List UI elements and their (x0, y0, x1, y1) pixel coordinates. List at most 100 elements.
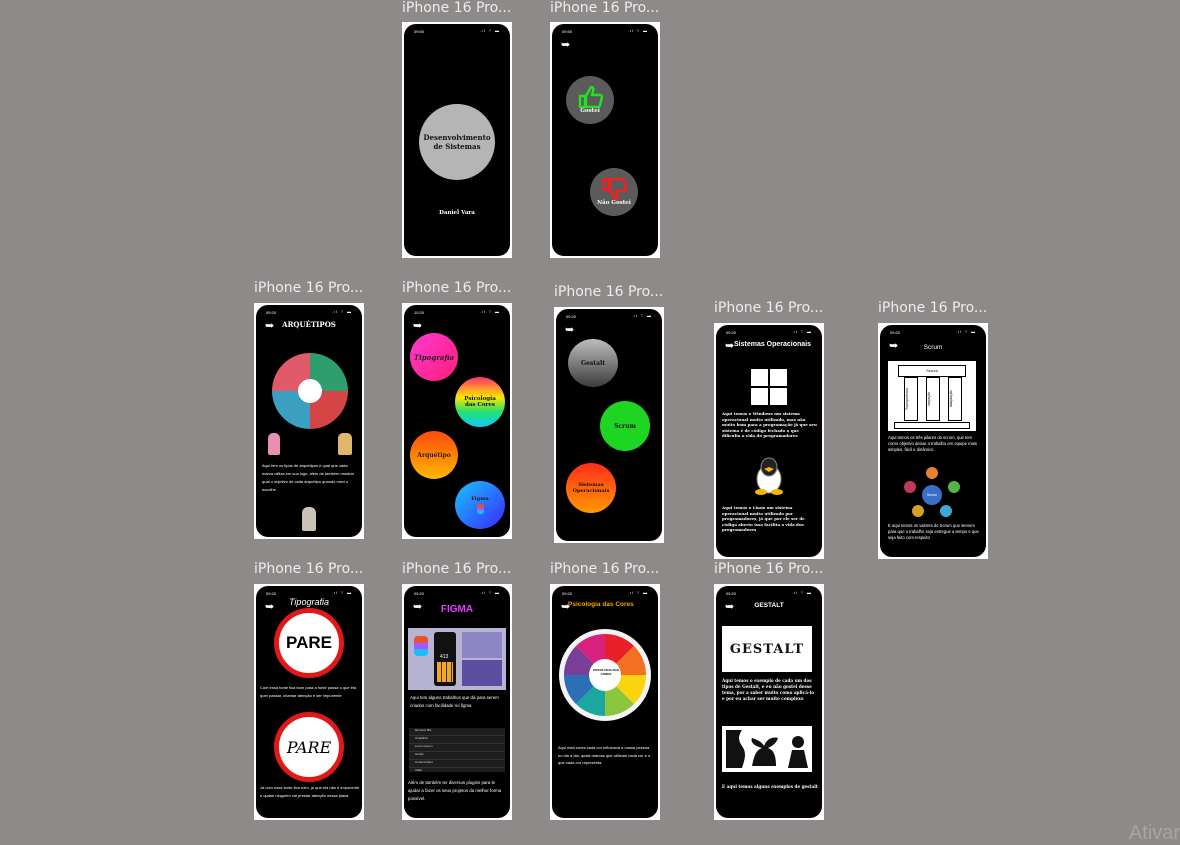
status-icons: .ıl ⌔ ▬ (479, 590, 500, 595)
frame-figma[interactable]: 09:20 .ıl ⌔ ▬ ➥ FIGMA 413 Aqui tem algun… (402, 584, 512, 820)
frame-label[interactable]: iPhone 16 Pro... (402, 0, 511, 16)
menu-button-arquetipo[interactable]: Arquétipo (410, 431, 458, 479)
plugin-item[interactable]: Content Reel (409, 760, 505, 768)
temple-base (894, 422, 970, 429)
frame-home[interactable]: 09:50 .ıl ⌔ ▬ Desenvolvimento de Sistema… (402, 22, 512, 258)
frame-label[interactable]: iPhone 16 Pro... (714, 561, 823, 577)
phone-screen: 09:50 .ıl ⌔ ▬ ➥ Gostei Não Gostei (552, 24, 658, 256)
menu-button-psicologia[interactable]: Psicologia das Cores (455, 377, 505, 427)
frame-label[interactable]: iPhone 16 Pro... (550, 0, 659, 16)
like-button[interactable]: Gostei (566, 76, 614, 124)
sign-text: PARE (286, 633, 332, 652)
phone-screen: 09:20 .ıl ⌔ ▬ ➥ Sistemas Operacionais Aq… (716, 325, 822, 557)
back-arrow-icon[interactable]: ➥ (413, 321, 422, 332)
frame-label[interactable]: iPhone 16 Pro... (878, 300, 987, 316)
status-time: 09:20 (266, 310, 277, 315)
back-arrow-icon[interactable]: ➥ (561, 40, 570, 51)
phone-screen: 09:20 .ıl ⌔ ▬ ➥ FIGMA 413 Aqui tem algun… (404, 586, 510, 818)
menu-button-sistemas[interactable]: Sistemas Operacionais (566, 463, 616, 513)
page-title: Tipografia (289, 597, 329, 607)
plugin-list: Remove BG Unsplash Lorem Ipsum Iconify C… (409, 728, 505, 772)
page-title: FIGMA (440, 604, 474, 615)
back-arrow-icon[interactable]: ➥ (565, 325, 574, 336)
phone-screen: 09:20 .ıl ⌔ ▬ ➥ GESTALT GESTALT Aqui tem… (716, 586, 822, 818)
status-time: 09:20 (726, 591, 737, 596)
frame-menu-1[interactable]: 10:20 .ıl ⌔ ▬ ➥ Tipografia Psicologia da… (402, 303, 512, 539)
frame-arquetipos[interactable]: 09:20 .ıl ⌔ ▬ ➥ ARQUÉTIPOS Aqui tem os t… (254, 303, 364, 539)
character-illustration (338, 433, 352, 455)
frame-cores[interactable]: 09:20 .ıl ⌔ ▬ ➥ Psicologia das Cores PSI… (550, 584, 660, 820)
phone-screen: 09:20 .ıl ⌔ ▬ ➥ Psicologia das Cores PSI… (552, 586, 658, 818)
frame-tipografia[interactable]: 09:20 .ıl ⌔ ▬ ➥ Tipografia PARE Com essa… (254, 584, 364, 820)
status-icons: .ıl ⌔ ▬ (631, 313, 652, 318)
button-label: Scrum (614, 422, 636, 430)
frame-label[interactable]: iPhone 16 Pro... (554, 284, 663, 300)
mockup-number: 413 (440, 654, 449, 660)
like-label: Gostei (580, 108, 600, 114)
thumbs-down-icon (602, 178, 627, 200)
phone-screen: 09:20 .ıl ⌔ ▬ ➥ ARQUÉTIPOS Aqui tem os t… (256, 305, 362, 537)
status-time: 10:20 (414, 310, 425, 315)
linux-text: Aqui temos o Linux um sistema operaciona… (722, 505, 805, 532)
plugin-item[interactable]: Iconify (409, 752, 505, 760)
frame-feedback[interactable]: 09:50 .ıl ⌔ ▬ ➥ Gostei Não Gostei (550, 22, 660, 258)
frame-sistemas[interactable]: 09:20 .ıl ⌔ ▬ ➥ Sistemas Operacionais Aq… (714, 323, 824, 559)
page-title: Sistemas Operacionais (734, 341, 812, 348)
value-node (940, 505, 952, 517)
frame-gestalt[interactable]: 09:20 .ıl ⌔ ▬ ➥ GESTALT GESTALT Aqui tem… (714, 584, 824, 820)
plugin-item[interactable]: Remove BG (409, 728, 505, 736)
bold-sign-text: Com essa fonte fica bom para a fonte pas… (260, 685, 357, 698)
author-name: Daniel Vara (439, 210, 475, 216)
menu-button-figma[interactable]: Figma (455, 481, 505, 529)
pillar: Inspeção (926, 377, 940, 421)
gestalt-examples-text: E aqui temos alguns exemplos de gestalt (722, 784, 818, 789)
value-node (948, 481, 960, 493)
pillar: Transparência (904, 377, 918, 421)
phone-screen: 09:20 .ıl ⌔ ▬ ➥ Gestalt Scrum Sistemas O… (556, 309, 662, 541)
frame-label[interactable]: iPhone 16 Pro... (714, 300, 823, 316)
pillars-text: Aqui temos os três pilares do scrum, que… (888, 435, 977, 452)
frame-label[interactable]: iPhone 16 Pro... (254, 561, 363, 577)
button-label: Arquétipo (417, 451, 451, 459)
menu-button-gestalt[interactable]: Gestalt (568, 339, 618, 387)
back-arrow-icon[interactable]: ➥ (725, 341, 734, 352)
page-title: GESTALT (754, 602, 784, 609)
frame-label[interactable]: iPhone 16 Pro... (254, 280, 363, 296)
button-label: Sistemas Operacionais (572, 482, 610, 494)
plugin-item[interactable]: Unsplash (409, 736, 505, 744)
windows-text: Aqui temos o Windows um sistema operacio… (722, 411, 817, 438)
dislike-button[interactable]: Não Gostei (590, 168, 638, 216)
frame-menu-2[interactable]: 09:20 .ıl ⌔ ▬ ➥ Gestalt Scrum Sistemas O… (554, 307, 664, 543)
plugin-item[interactable]: Stark (409, 768, 505, 775)
frame-label[interactable]: iPhone 16 Pro... (550, 561, 659, 577)
status-time: 09:20 (890, 330, 901, 335)
character-illustration (268, 433, 280, 455)
page-title: ARQUÉTIPOS (282, 320, 336, 329)
status-time: 09:50 (414, 29, 425, 34)
screen-mockup (462, 660, 502, 686)
frame-label[interactable]: iPhone 16 Pro... (402, 280, 511, 296)
character-illustration (302, 507, 316, 531)
thumbs-up-icon (578, 86, 603, 108)
status-icons: .ıl ⌔ ▬ (627, 590, 648, 595)
plugin-item[interactable]: Lorem Ipsum (409, 744, 505, 752)
status-icons: .ıl ⌔ ▬ (331, 590, 352, 595)
status-time: 09:20 (562, 591, 573, 596)
figma-logo-icon (476, 504, 484, 514)
menu-button-tipografia[interactable]: Tipografia (410, 333, 458, 381)
home-circle[interactable]: Desenvolvimento de Sistemas (419, 104, 495, 180)
status-icons: .ıl ⌔ ▬ (479, 309, 500, 314)
button-label: Psicologia das Cores (464, 396, 496, 408)
status-icons: .ıl ⌔ ▬ (791, 329, 812, 334)
phone-screen: 09:50 .ıl ⌔ ▬ Desenvolvimento de Sistema… (404, 24, 510, 256)
frame-scrum[interactable]: 09:20 .ıl ⌔ ▬ ➥ Scrum Scrum Transparênci… (878, 323, 988, 559)
status-icons: .ıl ⌔ ▬ (331, 309, 352, 314)
center-node: Scrum (922, 485, 942, 505)
gestalt-logo-text: GESTALT (729, 641, 805, 657)
projects-text: Aqui tem alguns trabalhos que dá para se… (410, 695, 499, 708)
mockup-keypad (437, 662, 453, 682)
home-circle-title: Desenvolvimento de Sistemas (423, 133, 491, 151)
frame-label[interactable]: iPhone 16 Pro... (402, 561, 511, 577)
gestalt-text: Aqui temos o exemplo de cada um dos tipo… (722, 678, 815, 701)
menu-button-scrum[interactable]: Scrum (600, 401, 650, 451)
